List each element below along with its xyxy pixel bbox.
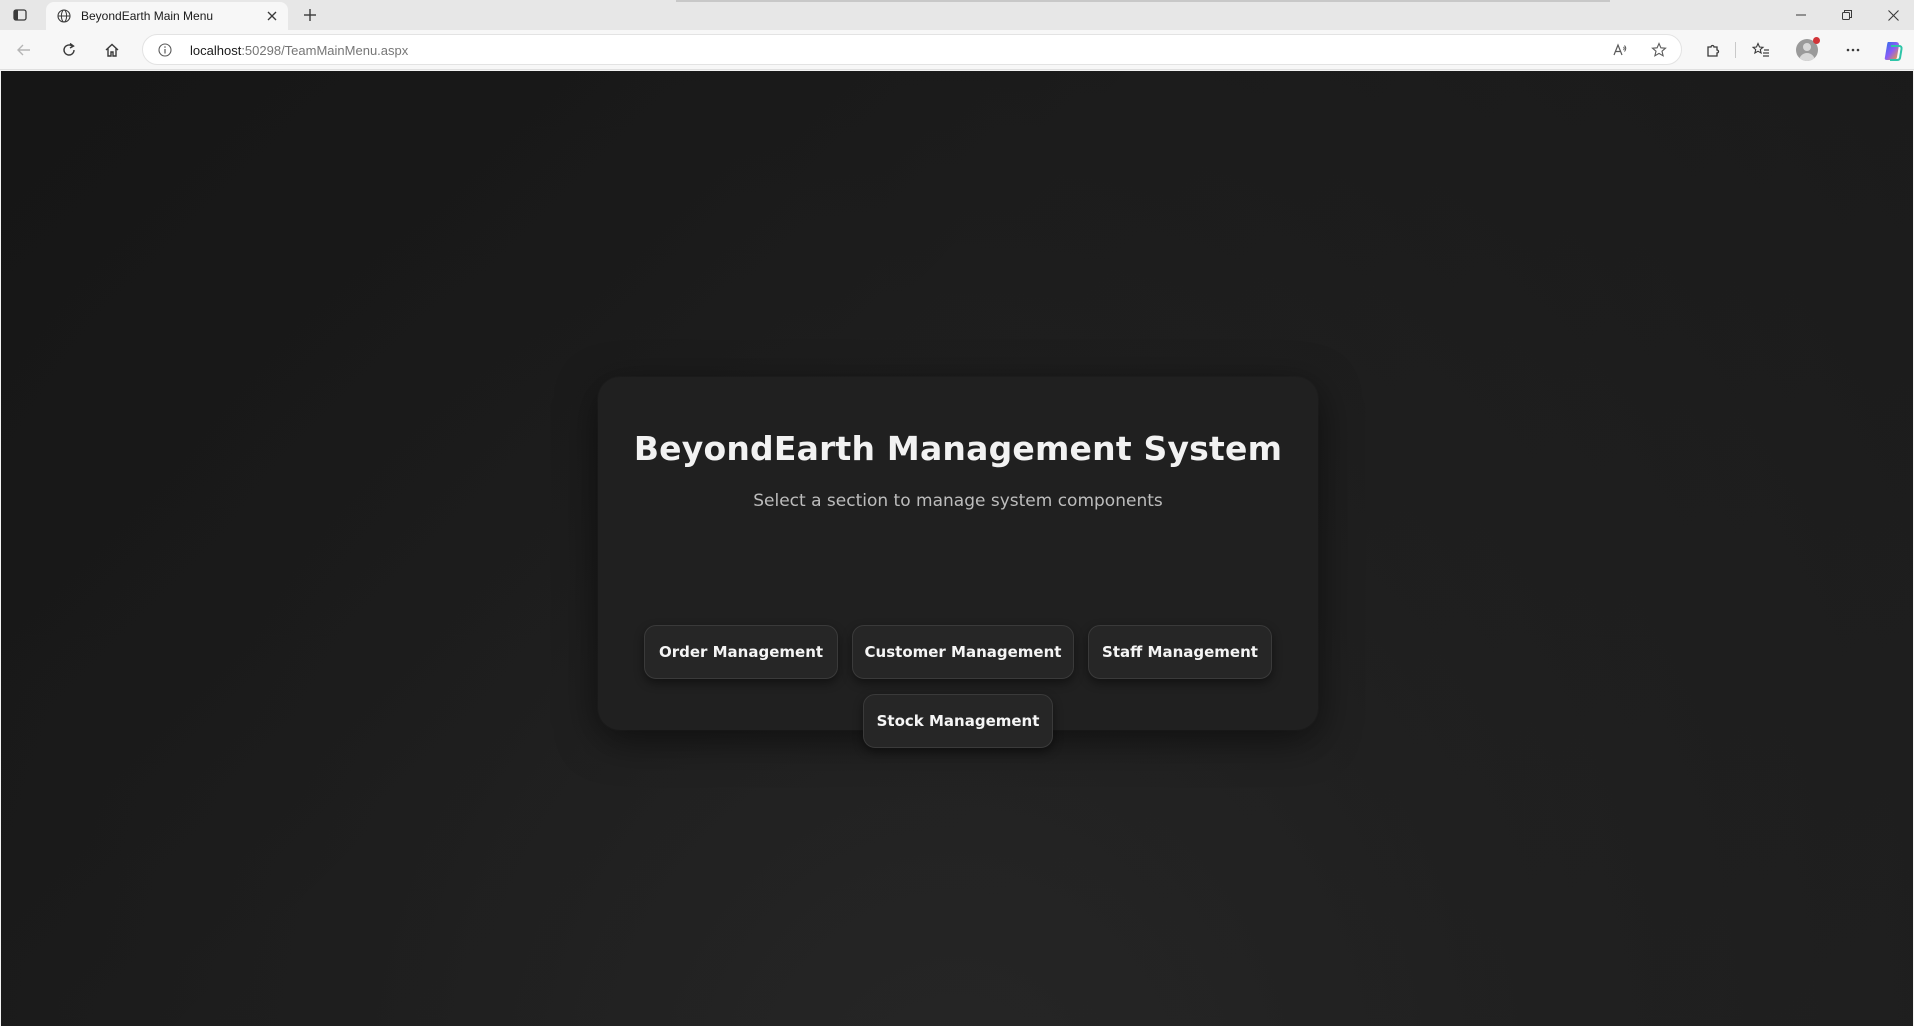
close-window-button[interactable] [1870, 0, 1914, 30]
restore-button[interactable] [1824, 0, 1870, 30]
customer-management-button[interactable]: Customer Management [852, 625, 1074, 679]
puzzle-piece-icon [1707, 44, 1720, 57]
url-path: :50298/TeamMainMenu.aspx [241, 43, 409, 58]
avatar-body [1799, 53, 1815, 61]
page-subtitle: Select a section to manage system compon… [753, 491, 1163, 511]
browser-toolbar: localhost:50298/TeamMainMenu.aspx [0, 30, 1914, 70]
profile-notification-dot [1813, 37, 1820, 44]
settings-menu-button[interactable] [1839, 36, 1867, 64]
favorites-button[interactable] [1747, 36, 1775, 64]
tab-strip: BeyondEarth Main Menu [0, 0, 1914, 30]
new-tab-button[interactable] [298, 4, 322, 26]
reload-icon [63, 42, 75, 56]
active-tab[interactable]: BeyondEarth Main Menu [46, 2, 288, 30]
close-tab-icon[interactable] [264, 8, 280, 24]
address-url[interactable]: localhost:50298/TeamMainMenu.aspx [190, 43, 408, 58]
staff-management-button[interactable]: Staff Management [1088, 625, 1272, 679]
back-arrow-icon [17, 44, 30, 56]
reload-button[interactable] [55, 36, 83, 64]
tab-actions-icon [13, 9, 27, 21]
home-icon [105, 43, 119, 57]
main-menu-panel: BeyondEarth Management System Select a s… [598, 377, 1318, 748]
read-aloud-icon[interactable] [1611, 41, 1629, 59]
favorite-star-icon[interactable] [1650, 41, 1668, 59]
toolbar-divider [1735, 42, 1736, 58]
page-title: BeyondEarth Management System [633, 429, 1283, 468]
close-icon [1887, 9, 1899, 21]
back-button[interactable] [10, 36, 38, 64]
page-viewport: BeyondEarth Management System Select a s… [1, 71, 1913, 1026]
tab-strip-highlight [676, 0, 1610, 2]
more-options-icon [1846, 48, 1860, 52]
plus-icon [304, 9, 316, 21]
globe-icon [56, 8, 72, 24]
site-info-icon[interactable] [157, 42, 173, 58]
home-button[interactable] [98, 36, 126, 64]
order-management-button[interactable]: Order Management [644, 625, 838, 679]
restore-icon [1842, 10, 1852, 20]
address-bar[interactable]: localhost:50298/TeamMainMenu.aspx [142, 34, 1682, 65]
tab-actions-button[interactable] [8, 4, 32, 26]
avatar-head [1803, 43, 1811, 51]
favorites-list-icon [1752, 42, 1769, 57]
stock-management-button[interactable]: Stock Management [863, 694, 1053, 748]
url-host: localhost [190, 43, 242, 58]
extensions-button[interactable] [1699, 36, 1727, 64]
minimize-icon [1796, 14, 1806, 16]
copilot-icon[interactable] [1882, 40, 1904, 62]
tab-title: BeyondEarth Main Menu [81, 9, 214, 23]
minimize-button[interactable] [1778, 0, 1824, 30]
